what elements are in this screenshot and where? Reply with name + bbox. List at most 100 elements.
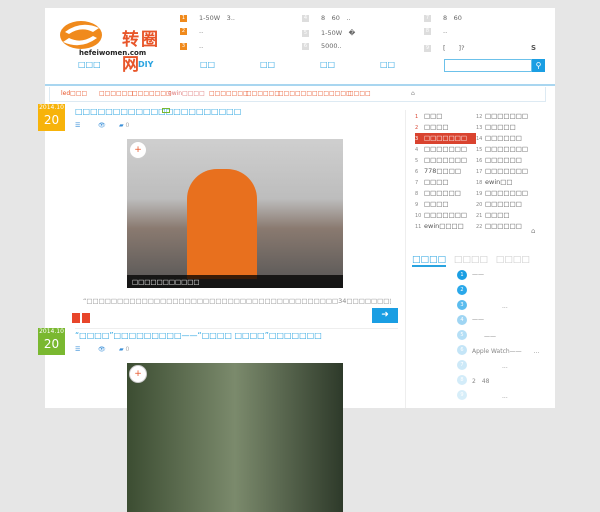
ranking-item[interactable]: 12 □□□□□□□ bbox=[476, 111, 537, 122]
sub-nav: ⌂ led□□□ □□□□□□ □□□□□□□ ewin□□□□ □□□□□□□ □□□□… bbox=[49, 87, 546, 102]
top-link[interactable]: 1 1-50W 3.. bbox=[180, 12, 235, 22]
nav-item-6[interactable]: □□ bbox=[380, 60, 395, 69]
ranking-number: 22 bbox=[476, 224, 483, 230]
ranking-item[interactable]: 15 □□□□□□□ bbox=[476, 144, 537, 155]
top-link[interactable]: 7 8 60 bbox=[424, 12, 462, 22]
top-link-text: 1-50W � bbox=[321, 29, 356, 37]
ranking-item[interactable]: 9 □□□□ bbox=[415, 199, 476, 210]
comment-count: 0 bbox=[125, 122, 130, 129]
tab-3[interactable]: □□□□ bbox=[496, 255, 530, 265]
home-icon[interactable]: ⌂ bbox=[411, 90, 415, 97]
latest-item[interactable]: Apple Watch—— ... bbox=[472, 346, 539, 355]
top-link[interactable]: 4 8 60 .. bbox=[302, 12, 351, 22]
subnav-item[interactable]: □□□□□□ bbox=[246, 90, 280, 97]
latest-item[interactable]: —— bbox=[472, 316, 484, 323]
ranking-item[interactable]: 11 ewin□□□□ bbox=[415, 221, 476, 232]
nav-item-5[interactable]: □□ bbox=[320, 60, 335, 69]
comments-icon[interactable]: ▰ 0 bbox=[119, 346, 129, 353]
latest-item[interactable]: ... bbox=[472, 391, 508, 400]
post-image[interactable]: + bbox=[127, 363, 343, 512]
latest-item[interactable]: —— bbox=[472, 331, 496, 340]
ranking-item[interactable]: 7 □□□□ bbox=[415, 177, 476, 188]
read-more-button[interactable]: ➜ bbox=[372, 308, 398, 323]
top-link[interactable]: 5 1-50W � bbox=[302, 27, 355, 37]
ranking-item[interactable]: 22 □□□□□□ bbox=[476, 221, 537, 232]
subnav-item[interactable]: □□□□□□□ bbox=[132, 90, 172, 97]
arrow-right-icon: ➜ bbox=[381, 310, 389, 320]
ranking-item[interactable]: 17 □□□□□□□ bbox=[476, 166, 537, 177]
search-button[interactable]: ⚲ bbox=[532, 59, 545, 72]
ranking-item[interactable]: 4 □□□□□□□ bbox=[415, 144, 476, 155]
ranking-number: 11 bbox=[415, 224, 422, 230]
top-link[interactable]: 2.. bbox=[180, 27, 203, 35]
top-link[interactable]: 3.. bbox=[180, 42, 203, 50]
ranking-label: □□□□□□ bbox=[485, 200, 522, 208]
ranking-label: □□□□□□□ bbox=[485, 145, 528, 153]
latest-item[interactable]: 2 48 bbox=[472, 376, 489, 385]
ranking-item[interactable]: 21 □□□□ bbox=[476, 210, 537, 221]
ranking-item[interactable]: 10 □□□□□□□ bbox=[415, 210, 476, 221]
latest-rank-badge: 4 bbox=[457, 315, 467, 325]
category-icon[interactable]: ☰ bbox=[75, 346, 80, 353]
nav-item-3[interactable]: □□ bbox=[200, 60, 215, 69]
subnav-item[interactable]: □□□□□□ bbox=[278, 90, 312, 97]
top-link[interactable]: 6 5000.. bbox=[302, 42, 342, 50]
content-divider bbox=[405, 110, 406, 408]
latest-item[interactable]: ... bbox=[472, 361, 508, 370]
latest-item[interactable]: —— bbox=[472, 271, 484, 278]
top-link[interactable]: 8.. bbox=[424, 27, 447, 35]
ranking-item[interactable]: 3 □□□□□□□ bbox=[415, 133, 476, 144]
ranking-item[interactable]: 5 □□□□□□□ bbox=[415, 155, 476, 166]
ranking-item[interactable]: 8 □□□□□□ bbox=[415, 188, 476, 199]
subnav-item[interactable]: led□□□ bbox=[61, 90, 87, 97]
ranking-label: 778□□□□ bbox=[424, 167, 461, 175]
date-year: 2014.10 bbox=[39, 328, 64, 335]
ranking-item[interactable]: 16 □□□□□□ bbox=[476, 155, 537, 166]
latest-rank-badge: 1 bbox=[457, 270, 467, 280]
ranking-label: □□□□□□□ bbox=[424, 211, 467, 219]
post-title[interactable]: □□□□□□□□□□□□□□□□□□□□□□ bbox=[75, 107, 241, 116]
ranking-item[interactable]: 1 □□□ bbox=[415, 111, 476, 122]
ranking-item[interactable]: 18 ewin□□ bbox=[476, 177, 537, 188]
ranking-label: □□□□□□ bbox=[424, 189, 461, 197]
ranking-item[interactable]: 6 778□□□□ bbox=[415, 166, 476, 177]
ranking-label: □□□□ bbox=[485, 211, 510, 219]
nav-item-diy[interactable]: DIY bbox=[138, 60, 153, 69]
search-input[interactable] bbox=[444, 59, 532, 72]
ranking-label: ewin□□□□ bbox=[424, 222, 464, 230]
comments-icon[interactable]: ▰ 0 bbox=[119, 122, 129, 129]
subnav-item[interactable]: □□□□□□ bbox=[99, 90, 133, 97]
rank-number: 3 bbox=[180, 42, 187, 50]
nav-divider bbox=[45, 84, 555, 86]
latest-rank-badge: 7 bbox=[457, 360, 467, 370]
tab-1[interactable]: □□□□ bbox=[412, 255, 447, 267]
top-link-text: .. bbox=[443, 27, 448, 35]
expand-icon[interactable]: + bbox=[129, 365, 147, 383]
nav-item-home[interactable]: □□□ bbox=[78, 60, 101, 69]
tab-2[interactable]: □□□□ bbox=[454, 255, 488, 265]
expand-icon[interactable]: + bbox=[129, 141, 147, 159]
subnav-item[interactable]: □□□□□□□ bbox=[209, 90, 249, 97]
logo[interactable]: 转圈网 hefeiwomen.com bbox=[59, 16, 169, 75]
latest-item[interactable]: ... bbox=[472, 301, 508, 310]
ranking-item[interactable]: 2 □□□□ bbox=[415, 122, 476, 133]
subnav-item[interactable]: □□□□ bbox=[348, 90, 371, 97]
search-icon: ⚲ bbox=[535, 61, 542, 70]
subnav-item[interactable]: ewin□□□□ bbox=[168, 90, 205, 97]
latest-rank-badge: 9 bbox=[457, 390, 467, 400]
nav-item-4[interactable]: □□ bbox=[260, 60, 275, 69]
page-container: 转圈网 hefeiwomen.com 1 1-50W 3.. 2.. 3.. 4 8 60… bbox=[38, 8, 555, 512]
home-icon[interactable]: ⌂ bbox=[531, 227, 535, 235]
category-icon[interactable]: ☰ bbox=[75, 122, 80, 129]
top-link-text: 5000.. bbox=[321, 42, 342, 50]
ranking-item[interactable]: 19 □□□□□□□ bbox=[476, 188, 537, 199]
subnav-item[interactable]: □□□□□□□ bbox=[312, 90, 352, 97]
post-title[interactable]: “□□□□”□□□□□□□□□——“□□□□ □□□□”□□□□□□□ bbox=[75, 331, 322, 340]
ranking-label: □□□□ bbox=[424, 178, 449, 186]
top-link[interactable]: 9 [ ]? bbox=[424, 42, 465, 52]
ranking-item[interactable]: 20 □□□□□□ bbox=[476, 199, 537, 210]
ranking-item[interactable]: 13 □□□□□ bbox=[476, 122, 537, 133]
share-buttons[interactable] bbox=[72, 313, 90, 323]
ranking-item[interactable]: 14 □□□□□□ bbox=[476, 133, 537, 144]
post-image[interactable]: + □□□□□□□□□□□ bbox=[127, 139, 343, 288]
